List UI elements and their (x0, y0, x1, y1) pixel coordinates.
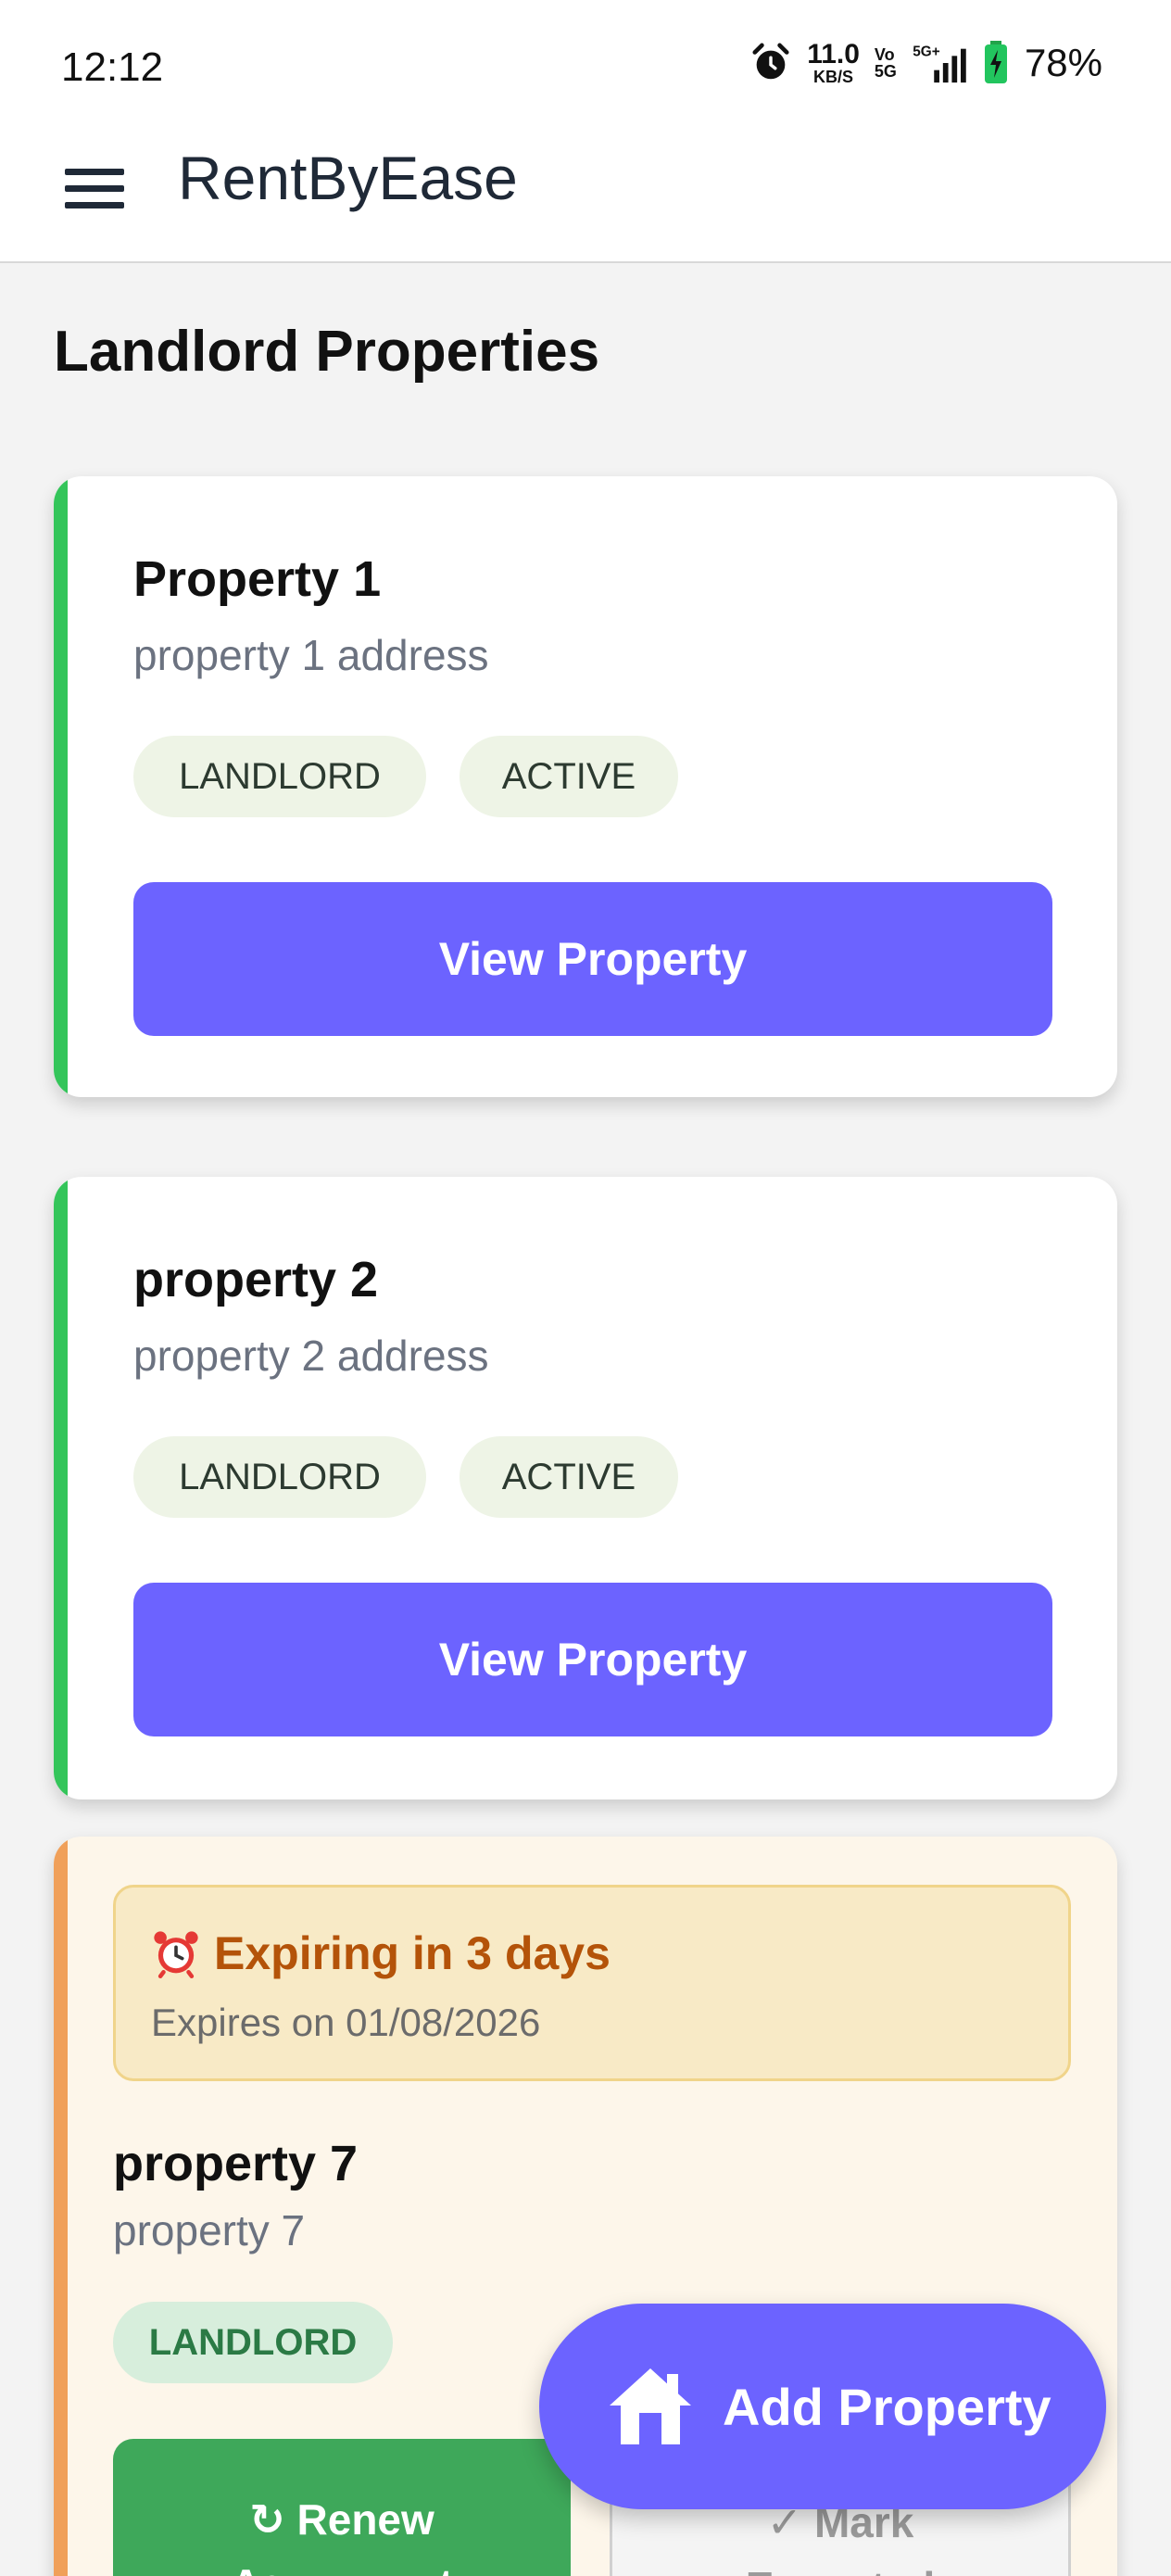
role-badge: LANDLORD (113, 2302, 393, 2383)
volte-indicator: Vo 5G (875, 46, 897, 80)
role-badge: LANDLORD (133, 1436, 426, 1518)
view-property-button[interactable]: View Property (133, 882, 1052, 1036)
status-time: 12:12 (61, 44, 164, 90)
role-badge: LANDLORD (133, 736, 426, 817)
net-speed-unit: KB/S (813, 68, 854, 86)
mark-label-line2: Expected (746, 2563, 936, 2576)
property-address: property 1 address (133, 631, 489, 679)
add-property-button[interactable]: Add Property (539, 2304, 1106, 2509)
network-type: 5G+ (913, 44, 939, 59)
volte-bottom: 5G (874, 62, 897, 81)
expiry-notice: Expiring in 3 days Expires on 01/08/2026 (113, 1885, 1071, 2081)
status-bar: 12:12 11.0 KB/S Vo 5G 5G+ 78% (0, 0, 1171, 130)
property-address: property 7 (113, 2206, 306, 2254)
alarm-icon (752, 43, 789, 80)
battery-percent: 78% (1024, 41, 1102, 84)
property-card: Property 1 property 1 address LANDLORD A… (54, 476, 1117, 1097)
renew-label: ↻ Renew (249, 2495, 434, 2544)
status-badge: ACTIVE (460, 736, 678, 817)
expiry-title: Expiring in 3 days (151, 1926, 611, 1980)
net-speed-value: 11.0 (807, 39, 860, 69)
expiry-date: Expires on 01/08/2026 (151, 2001, 541, 2044)
expiry-title-text: Expiring in 3 days (214, 1927, 611, 1979)
view-property-button[interactable]: View Property (133, 1583, 1052, 1736)
property-address: property 2 address (133, 1332, 489, 1380)
add-property-label: Add Property (723, 2377, 1051, 2436)
page-title: Landlord Properties (54, 320, 600, 384)
renew-agreement-button[interactable]: ↻ Renew Agreement (113, 2439, 571, 2576)
renew-label-line2: Agreement (231, 2560, 453, 2576)
status-badge: ACTIVE (460, 1436, 678, 1518)
property-name: property 7 (113, 2136, 359, 2191)
property-name: Property 1 (133, 551, 382, 607)
signal-icon: 5G+ (913, 44, 966, 83)
home-icon (610, 2368, 691, 2444)
volte-top: Vo (874, 45, 895, 64)
net-speed: 11.0 KB/S (807, 39, 860, 86)
property-card: property 2 property 2 address LANDLORD A… (54, 1177, 1117, 1799)
app-title: RentByEase (178, 144, 518, 212)
status-icons: 11.0 KB/S Vo 5G 5G+ 78% (749, 41, 1102, 85)
alarm-clock-icon (154, 1931, 198, 1978)
hamburger-menu-icon[interactable] (65, 158, 126, 219)
property-name: property 2 (133, 1252, 379, 1307)
app-bar: RentByEase (0, 130, 1171, 263)
battery-icon (984, 41, 1007, 83)
